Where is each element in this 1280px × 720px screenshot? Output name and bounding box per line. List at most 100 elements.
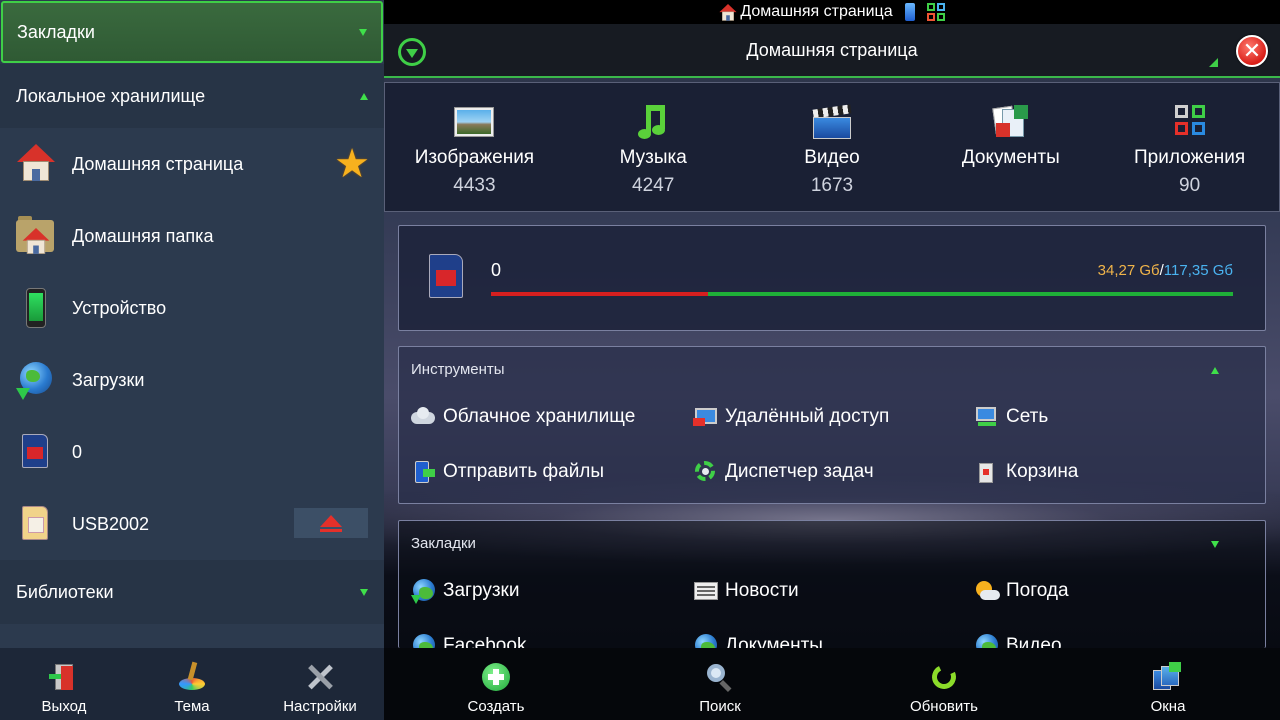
local-storage-section[interactable]: Локальное хранилище <box>0 64 384 128</box>
phone-icon <box>16 288 56 328</box>
globe-icon <box>693 633 719 648</box>
sidebar-item-downloads[interactable]: Загрузки <box>0 344 384 416</box>
categories-panel: Изображения 4433 Музыка 4247 Видео 1673 <box>384 82 1280 212</box>
tool-task-manager[interactable]: Диспетчер задач <box>693 444 974 499</box>
sidebar-item-device[interactable]: Устройство <box>0 272 384 344</box>
globe-download-icon <box>411 578 437 604</box>
windows-label: Окна <box>1150 698 1186 715</box>
bookmark-label: Видео <box>1006 634 1062 649</box>
bookmark-weather[interactable]: Погода <box>974 563 1265 618</box>
category-label: Документы <box>961 147 1060 168</box>
home-folder-icon <box>16 216 56 256</box>
settings-icon <box>305 662 335 692</box>
category-label: Видео <box>804 147 860 168</box>
sidebar-item-label: Загрузки <box>72 369 145 390</box>
chevron-up-icon[interactable] <box>1211 367 1219 374</box>
trash-icon <box>974 459 1000 485</box>
bookmark-facebook[interactable]: Facebook <box>411 618 693 648</box>
tool-send-files[interactable]: Отправить файлы <box>411 444 693 499</box>
tool-cloud-storage[interactable]: Облачное хранилище <box>411 389 693 444</box>
grid-icon <box>926 3 945 21</box>
category-count: 1673 <box>810 175 854 196</box>
tools-grid: Облачное хранилище Удалённый доступ Сеть… <box>411 389 1265 499</box>
category-label: Музыка <box>619 147 687 168</box>
sidebar-item-sd-card[interactable]: 0 <box>0 416 384 488</box>
tool-trash[interactable]: Корзина <box>974 444 1265 499</box>
bookmark-news[interactable]: Новости <box>693 563 974 618</box>
storage-size: 34,27 Gб/117,35 Gб <box>1098 262 1233 279</box>
tool-network[interactable]: Сеть <box>974 389 1265 444</box>
category-documents[interactable]: Документы <box>921 83 1100 211</box>
globe-icon <box>974 633 1000 648</box>
category-count: 90 <box>1179 175 1201 196</box>
bookmarks-dropdown-label: Закладки <box>17 21 95 42</box>
sd-card-icon <box>16 432 56 472</box>
theme-button[interactable]: Тема <box>128 648 256 720</box>
sidebar-item-home-folder[interactable]: Домашняя папка <box>0 200 384 272</box>
task-manager-icon <box>693 459 719 485</box>
sidebar-item-label: Домашняя папка <box>72 225 214 246</box>
tool-remote-access[interactable]: Удалённый доступ <box>693 389 974 444</box>
category-pictures[interactable]: Изображения 4433 <box>385 83 564 211</box>
news-icon <box>693 578 719 604</box>
sidebar-item-label: 0 <box>72 441 83 462</box>
bookmarks-dropdown[interactable]: Закладки <box>1 1 383 63</box>
bookmark-documents[interactable]: Документы <box>693 618 974 648</box>
bookmark-downloads[interactable]: Загрузки <box>411 563 693 618</box>
bookmarks-panel: Закладки Загрузки Новости Погода Faceboo… <box>398 520 1266 648</box>
bookmark-label: Facebook <box>443 634 527 649</box>
libraries-label: Библиотеки <box>16 581 114 602</box>
category-video[interactable]: Видео 1673 <box>743 83 922 211</box>
category-music[interactable]: Музыка 4247 <box>564 83 743 211</box>
create-button[interactable]: Создать <box>384 648 608 720</box>
category-count: 4433 <box>453 175 496 196</box>
phone-icon <box>904 3 915 21</box>
bookmark-label: Документы <box>725 634 823 649</box>
exit-label: Выход <box>41 698 87 715</box>
home-icon <box>16 144 56 184</box>
memory-card-icon <box>16 504 56 544</box>
chevron-up-icon <box>360 92 368 100</box>
search-button[interactable]: Поиск <box>608 648 832 720</box>
refresh-icon <box>928 661 960 693</box>
chevron-down-icon <box>360 588 368 596</box>
tool-label: Отправить файлы <box>443 460 605 482</box>
libraries-section[interactable]: Библиотеки <box>0 560 384 624</box>
documents-icon <box>990 103 1032 141</box>
bookmark-video[interactable]: Видео <box>974 618 1265 648</box>
exit-button[interactable]: Выход <box>0 648 128 720</box>
bookmark-label: Новости <box>725 579 799 601</box>
storage-panel[interactable]: 0 34,27 Gб/117,35 Gб <box>398 225 1266 331</box>
windows-button[interactable]: Окна <box>1056 648 1280 720</box>
refresh-button[interactable]: Обновить <box>832 648 1056 720</box>
status-bar: Домашняя страница <box>384 0 1280 24</box>
title-bar: Домашняя страница ✕ <box>384 24 1280 78</box>
sidebar-item-home-page[interactable]: Домашняя страница ★ <box>0 128 384 200</box>
close-button[interactable]: ✕ <box>1236 35 1268 67</box>
music-icon <box>632 103 674 141</box>
bookmarks-grid: Загрузки Новости Погода Facebook Докумен… <box>411 563 1265 648</box>
status-title: Домашняя страница <box>740 3 893 20</box>
sidebar: Закладки Локальное хранилище Домашняя ст… <box>0 0 384 720</box>
theme-label: Тема <box>174 698 210 715</box>
exit-icon <box>49 662 79 692</box>
home-icon <box>719 4 737 21</box>
category-apps[interactable]: Приложения 90 <box>1100 83 1279 211</box>
eject-button[interactable] <box>294 508 368 538</box>
sidebar-item-usb[interactable]: USB2002 <box>0 488 384 560</box>
category-label: Изображения <box>414 147 535 168</box>
apps-icon <box>1169 103 1211 141</box>
refresh-label: Обновить <box>910 698 978 715</box>
storage-total: 117,35 Gб <box>1163 262 1233 279</box>
sidebar-item-label: USB2002 <box>72 513 150 534</box>
settings-button[interactable]: Настройки <box>256 648 384 720</box>
tool-label: Сеть <box>1006 405 1049 427</box>
storage-used: 34,27 Gб <box>1097 262 1160 279</box>
star-icon[interactable]: ★ <box>334 144 370 184</box>
chevron-down-icon[interactable] <box>1211 541 1219 548</box>
pictures-icon <box>453 103 495 141</box>
main-area: Домашняя страница Домашняя страница ✕ Из… <box>384 0 1280 720</box>
globe-download-icon <box>16 360 56 400</box>
storage-name: 0 <box>491 260 502 280</box>
tool-label: Облачное хранилище <box>443 405 636 427</box>
